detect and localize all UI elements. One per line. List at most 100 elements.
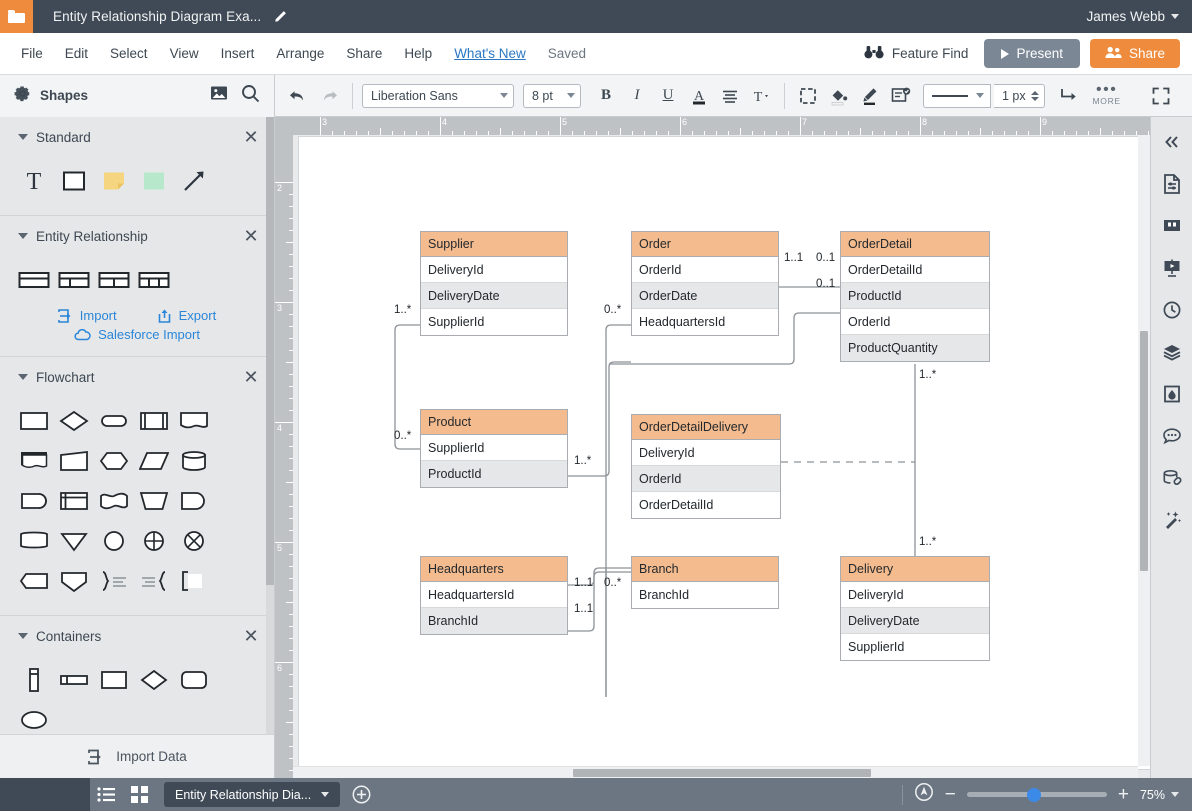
bold-button[interactable]: B xyxy=(592,82,620,110)
ellipse-container-shape[interactable] xyxy=(14,700,54,734)
menu-insert[interactable]: Insert xyxy=(210,40,266,67)
menu-select[interactable]: Select xyxy=(99,40,159,67)
canvas-scroll-region[interactable]: SupplierDeliveryIdDeliveryDateSupplierId… xyxy=(293,135,1150,778)
document-properties-icon[interactable] xyxy=(1155,167,1189,201)
terminator-shape[interactable] xyxy=(94,401,134,441)
trapezoid-shape[interactable] xyxy=(54,441,94,481)
collapse-panel-icon[interactable] xyxy=(1155,125,1189,159)
horizontal-container-shape[interactable] xyxy=(54,660,94,700)
shape-outline-icon[interactable] xyxy=(794,82,822,110)
underline-button[interactable]: U xyxy=(654,82,682,110)
summing-junction-shape[interactable] xyxy=(134,521,174,561)
multi-document-shape[interactable] xyxy=(14,441,54,481)
entity-attribute[interactable]: ProductQuantity xyxy=(841,335,989,361)
rounded-container-shape[interactable] xyxy=(174,660,214,700)
entity-attribute[interactable]: OrderDate xyxy=(632,283,778,309)
menu-whats-new[interactable]: What's New xyxy=(443,40,537,67)
manual-input-shape[interactable] xyxy=(54,561,94,601)
zoom-in-button[interactable]: + xyxy=(1118,785,1129,804)
list-view-button[interactable] xyxy=(90,778,123,811)
entity-attribute[interactable]: DeliveryId xyxy=(841,582,989,608)
entity-2col-shape[interactable] xyxy=(54,260,94,300)
more-button[interactable]: ••• MORE xyxy=(1086,85,1128,106)
present-button[interactable]: Present xyxy=(984,39,1080,68)
close-icon[interactable]: ✕ xyxy=(242,627,260,645)
menu-file[interactable]: File xyxy=(10,40,54,67)
entity-4col-shape[interactable] xyxy=(134,260,174,300)
entity-attribute[interactable]: SupplierId xyxy=(841,634,989,660)
user-menu[interactable]: James Webb xyxy=(1086,9,1179,24)
feature-find-button[interactable]: Feature Find xyxy=(858,40,975,67)
entity-attribute[interactable]: BranchId xyxy=(421,608,567,634)
shape-notes-icon[interactable] xyxy=(887,82,915,110)
close-icon[interactable]: ✕ xyxy=(242,227,260,245)
stored-data-shape[interactable] xyxy=(14,561,54,601)
brace-left-shape[interactable] xyxy=(134,561,174,601)
font-family-select[interactable]: Liberation Sans xyxy=(362,84,514,108)
menu-arrange[interactable]: Arrange xyxy=(265,40,335,67)
entity-attribute[interactable]: DeliveryId xyxy=(421,257,567,283)
connector-circle-shape[interactable] xyxy=(94,521,134,561)
sidebar-scrollbar[interactable] xyxy=(266,117,274,734)
entity-branch[interactable]: BranchBranchId xyxy=(631,556,779,609)
decision-shape[interactable] xyxy=(54,401,94,441)
entity-attribute[interactable]: OrderId xyxy=(632,257,778,283)
entity-attribute[interactable]: BranchId xyxy=(632,582,778,608)
menu-help[interactable]: Help xyxy=(393,40,443,67)
italic-button[interactable]: I xyxy=(623,82,651,110)
zoom-out-button[interactable]: − xyxy=(945,785,956,804)
text-color-icon[interactable]: A xyxy=(685,82,713,110)
revision-history-icon[interactable] xyxy=(1155,293,1189,327)
merge-shape[interactable] xyxy=(54,521,94,561)
section-er-header[interactable]: Entity Relationship ✕ xyxy=(0,216,274,256)
entity-product[interactable]: ProductSupplierIdProductId xyxy=(420,409,568,488)
presentation-icon[interactable] xyxy=(1155,251,1189,285)
delay-shape[interactable] xyxy=(14,481,54,521)
section-containers-header[interactable]: Containers ✕ xyxy=(0,616,274,656)
card-shape[interactable] xyxy=(14,521,54,561)
entity-attribute[interactable]: DeliveryDate xyxy=(421,283,567,309)
entity-attribute[interactable]: ProductId xyxy=(841,283,989,309)
entity-attribute[interactable]: OrderDetailId xyxy=(632,492,780,518)
salesforce-import-link[interactable]: Salesforce Import xyxy=(74,327,200,342)
line-style-select[interactable] xyxy=(923,84,991,108)
canvas-vertical-scrollbar[interactable] xyxy=(1138,135,1150,766)
entity-attribute[interactable]: OrderId xyxy=(841,309,989,335)
rectangle-shape[interactable] xyxy=(54,161,94,201)
entity-attribute[interactable]: DeliveryId xyxy=(632,440,780,466)
rect-container-shape[interactable] xyxy=(94,660,134,700)
layers-icon[interactable] xyxy=(1155,335,1189,369)
import-link[interactable]: Import xyxy=(58,308,117,323)
predefined-process-shape[interactable] xyxy=(134,401,174,441)
theme-fill-icon[interactable] xyxy=(1155,377,1189,411)
entity-order[interactable]: OrderOrderIdOrderDateHeadquartersId xyxy=(631,231,779,336)
fullscreen-icon[interactable] xyxy=(1147,82,1175,110)
folder-button[interactable] xyxy=(0,0,33,33)
section-standard-header[interactable]: Standard ✕ xyxy=(0,117,274,157)
entity-orderdetail[interactable]: OrderDetailOrderDetailIdProductIdOrderId… xyxy=(840,231,990,362)
line-color-icon[interactable] xyxy=(856,82,884,110)
horizontal-scroll-thumb[interactable] xyxy=(573,769,871,777)
sidebar-scroll-thumb[interactable] xyxy=(266,117,274,585)
document-shape[interactable] xyxy=(174,401,214,441)
close-icon[interactable]: ✕ xyxy=(242,368,260,386)
section-flowchart-header[interactable]: Flowchart ✕ xyxy=(0,357,274,397)
display-shape[interactable] xyxy=(174,481,214,521)
undo-icon[interactable] xyxy=(284,82,312,110)
entity-supplier[interactable]: SupplierDeliveryIdDeliveryDateSupplierId xyxy=(420,231,568,336)
arrow-shape[interactable] xyxy=(174,161,214,201)
vertical-scroll-thumb[interactable] xyxy=(1140,331,1148,571)
text-options-icon[interactable]: T xyxy=(747,82,775,110)
stepper-arrows[interactable] xyxy=(1031,91,1039,101)
search-icon[interactable] xyxy=(241,84,260,108)
entity-attribute[interactable]: OrderDetailId xyxy=(841,257,989,283)
connector-icon[interactable] xyxy=(1055,82,1083,110)
entity-attribute[interactable]: OrderId xyxy=(632,466,780,492)
wave-document-shape[interactable] xyxy=(94,481,134,521)
menu-share[interactable]: Share xyxy=(335,40,393,67)
fit-to-screen-icon[interactable] xyxy=(914,782,934,807)
brace-right-shape[interactable] xyxy=(94,561,134,601)
internal-storage-shape[interactable] xyxy=(54,481,94,521)
bracket-shape[interactable] xyxy=(174,561,214,601)
entity-attribute[interactable]: DeliveryDate xyxy=(841,608,989,634)
